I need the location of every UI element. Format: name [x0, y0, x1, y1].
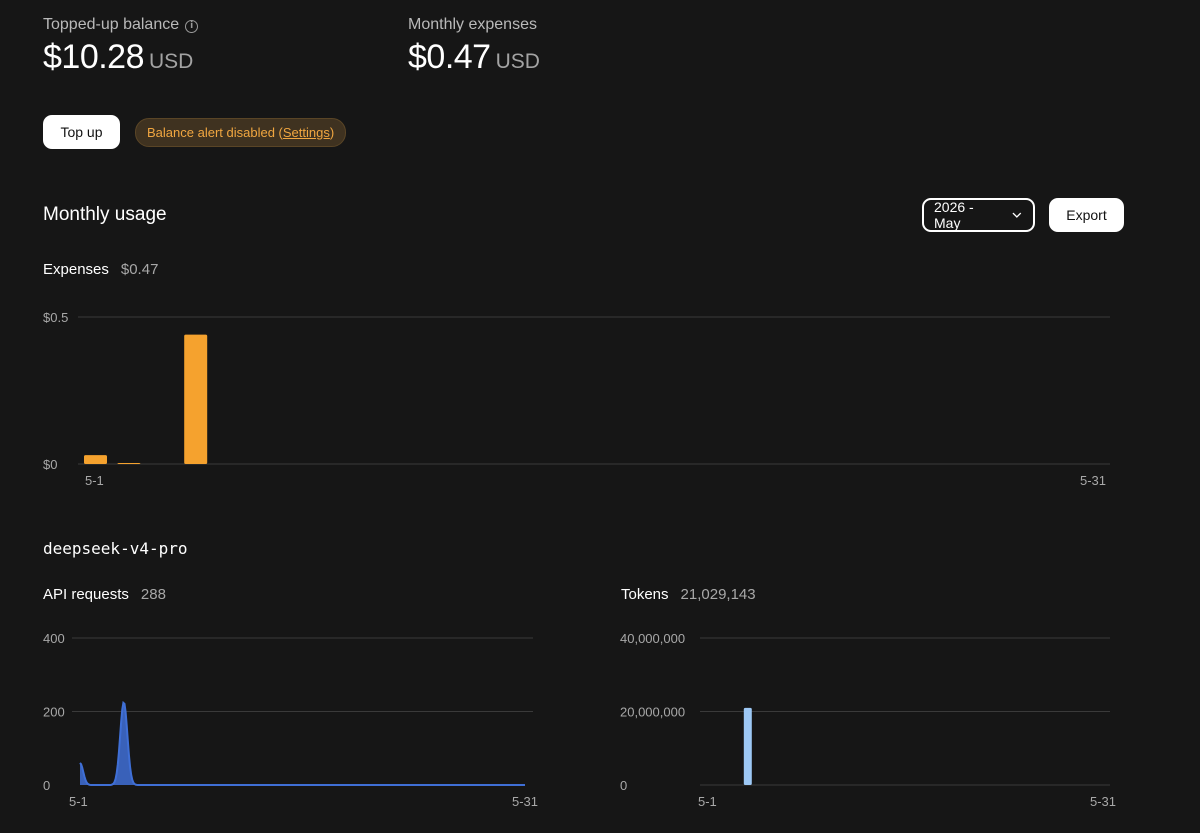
x-tick-label: 5-1 — [698, 794, 717, 809]
month-select[interactable]: 2026 - May — [922, 198, 1035, 232]
expenses-label: Expenses — [43, 261, 109, 278]
monthly-usage-title: Monthly usage — [43, 204, 167, 225]
x-tick-label: 5-31 — [512, 794, 538, 809]
monthly-expenses-label: Monthly expenses — [408, 16, 537, 33]
y-tick-label: 0 — [620, 778, 627, 793]
y-tick-label: 40,000,000 — [620, 631, 685, 646]
requests-area — [80, 702, 525, 785]
x-tick-label: 5-1 — [69, 794, 88, 809]
tokens-stat: Tokens 21,029,143 — [621, 586, 756, 604]
y-tick-label: 0 — [43, 778, 50, 793]
expenses-stat: Expenses $0.47 — [43, 261, 158, 279]
y-tick-label: 20,000,000 — [620, 705, 685, 720]
settings-link[interactable]: Settings — [283, 125, 330, 140]
info-icon[interactable]: i — [185, 20, 199, 33]
monthly-expenses-block: Monthly expenses $0.47 USD — [408, 16, 540, 77]
balance-unit: USD — [149, 50, 194, 73]
y-tick-label: 400 — [43, 631, 65, 646]
tokens-bar — [743, 707, 752, 785]
y-tick-label: 200 — [43, 705, 65, 720]
monthly-expenses-unit: USD — [495, 50, 540, 73]
top-up-button[interactable]: Top up — [43, 115, 120, 149]
balance-amount-row: $10.28 USD — [43, 38, 198, 77]
balance-label-row: Topped-up balance i — [43, 16, 199, 34]
balance-block: Topped-up balance i $10.28 USD — [43, 16, 199, 77]
x-tick-label: 5-31 — [1080, 473, 1106, 488]
monthly-expenses-amount: $0.47 — [408, 38, 491, 76]
alert-text: Balance alert disabled ( — [147, 125, 283, 140]
y-tick-label: $0 — [43, 457, 57, 472]
expense-bar — [84, 455, 107, 464]
alert-suffix: ) — [329, 125, 335, 140]
expense-bar — [184, 334, 208, 464]
model-name: deepseek-v4-pro — [43, 539, 188, 558]
api-requests-chart: 0 200 400 5-1 5-31 — [43, 631, 538, 809]
api-requests-value: 288 — [140, 586, 166, 603]
chevron-down-icon — [1012, 212, 1022, 218]
balance-label: Topped-up balance — [43, 16, 180, 33]
tokens-label: Tokens — [621, 586, 669, 603]
balance-amount: $10.28 — [43, 38, 145, 76]
requests-line — [79, 700, 525, 786]
api-requests-label: API requests — [43, 586, 129, 603]
export-button[interactable]: Export — [1049, 198, 1124, 232]
expenses-chart: $0 $0.5 5-1 5-31 — [43, 310, 1110, 488]
y-tick-label: $0.5 — [43, 310, 68, 325]
monthly-expenses-amount-row: $0.47 USD — [408, 38, 540, 77]
api-requests-stat: API requests 288 — [43, 586, 166, 604]
expense-bar — [117, 463, 141, 464]
x-tick-label: 5-1 — [85, 473, 104, 488]
balance-alert-badge: Balance alert disabled (Settings) — [135, 118, 347, 147]
tokens-value: 21,029,143 — [680, 586, 756, 603]
month-select-value: 2026 - May — [934, 199, 974, 231]
x-tick-label: 5-31 — [1090, 794, 1116, 809]
tokens-chart: 0 20,000,000 40,000,000 5-1 5-31 — [620, 631, 1116, 809]
expenses-value: $0.47 — [120, 261, 159, 278]
